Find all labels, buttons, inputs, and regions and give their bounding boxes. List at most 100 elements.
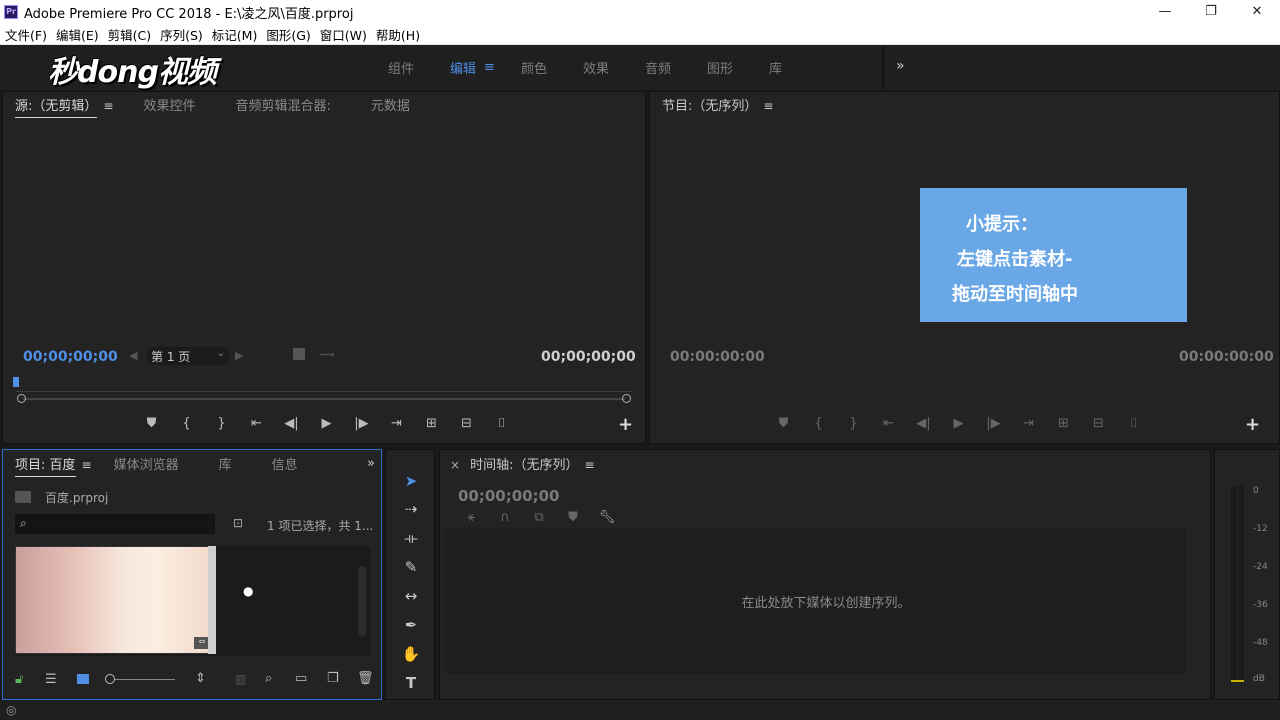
ripple-edit-tool-icon[interactable]: ⟛ [386,525,436,551]
zoom-slider-track[interactable] [115,679,175,680]
menu-clip[interactable]: 剪辑(C) [104,25,155,44]
snap-icon[interactable]: ∩ [488,510,522,525]
workspace-overflow-icon[interactable]: » [896,58,905,74]
tab-info[interactable]: 信息 [272,454,298,476]
new-search-bin-icon[interactable]: ⊡ [233,516,243,530]
go-to-in-icon[interactable]: ⇤ [239,416,274,431]
program-playhead-timecode[interactable]: 00:00:00:00 [670,349,765,365]
source-time-ruler[interactable] [17,384,631,392]
pen-tool-icon[interactable]: ✒ [386,612,436,638]
workspace-tab-audio[interactable]: 音频 [645,58,671,77]
page-select[interactable]: 第 1 页 ⌄ [147,347,229,365]
tab-project[interactable]: 项目: 百度 [15,454,76,477]
minimize-button[interactable]: — [1142,0,1188,24]
program-add-marker-icon[interactable]: ⛊ [766,416,801,431]
tab-libraries[interactable]: 库 [219,454,232,476]
menu-sequence[interactable]: 序列(S) [156,25,207,44]
program-play-icon[interactable]: ▶ [941,416,976,431]
program-panel-menu-icon[interactable]: ≡ [763,99,773,113]
trash-icon[interactable]: 🗑︎ [357,671,374,686]
timeline-settings-wrench-icon[interactable]: 🔧︎ [590,510,624,525]
workspace-tab-assembly[interactable]: 组件 [388,58,414,77]
next-page-icon[interactable]: ▶ [235,349,243,362]
project-overflow-icon[interactable]: » [367,456,375,471]
overwrite-icon[interactable]: ⊟ [449,416,484,431]
play-icon[interactable]: ▶ [309,416,344,431]
add-marker-icon[interactable]: ⛊ [134,416,169,431]
program-export-frame-icon[interactable]: ⌷ [1116,416,1151,431]
source-button-editor-icon[interactable]: + [618,414,633,435]
source-playhead-timecode[interactable]: 00;00;00;00 [23,349,118,365]
linked-selection-icon[interactable]: ⧉ [522,510,556,525]
step-back-icon[interactable]: ◀| [274,416,309,431]
sort-icon[interactable]: ⇕ [195,671,206,686]
step-forward-icon[interactable]: |▶ [344,416,379,431]
workspace-tab-editing[interactable]: 编辑 [450,58,476,77]
insert-icon[interactable]: ⊞ [414,416,449,431]
timeline-timecode[interactable]: 00;00;00;00 [458,487,560,505]
hand-tool-icon[interactable]: ✋ [386,641,436,667]
project-panel-menu-icon[interactable]: ≡ [82,458,92,472]
tab-source[interactable]: 源:（无剪辑） [15,95,98,118]
selection-tool-icon[interactable]: ➤ [386,468,436,494]
list-view-icon[interactable]: ☰ [45,672,57,687]
slip-tool-icon[interactable]: ↔ [386,583,436,609]
program-go-to-in-icon[interactable]: ⇤ [871,416,906,431]
close-window-button[interactable]: ✕ [1234,0,1280,24]
zoom-handle-right[interactable] [622,394,631,403]
drag-video-icon[interactable] [293,348,305,360]
program-go-to-out-icon[interactable]: ⇥ [1011,416,1046,431]
tab-audio-clip-mixer[interactable]: 音频剪辑混合器: [235,95,330,117]
tab-program[interactable]: 节目:（无序列） [662,95,757,117]
nest-icon[interactable]: ⚹ [454,510,488,525]
track-select-tool-icon[interactable]: ⇢ [386,496,436,522]
extract-icon[interactable]: ⊟ [1081,416,1116,431]
workspace-tab-effects[interactable]: 效果 [583,58,609,77]
mark-out-icon[interactable]: } [204,416,239,431]
menu-marker[interactable]: 标记(M) [208,25,262,44]
new-bin-icon[interactable]: ▭ [295,671,307,686]
program-step-back-icon[interactable]: ◀| [906,416,941,431]
program-button-editor-icon[interactable]: + [1245,414,1260,435]
program-step-forward-icon[interactable]: |▶ [976,416,1011,431]
restore-button[interactable]: ❐ [1188,0,1234,24]
razor-tool-icon[interactable]: ✎ [386,554,436,580]
workspace-tab-color[interactable]: 颜色 [521,58,547,77]
timeline-panel-menu-icon[interactable]: ≡ [584,458,594,472]
project-search-input[interactable]: ⌕ [15,514,215,534]
go-to-out-icon[interactable]: ⇥ [379,416,414,431]
automate-to-sequence-icon[interactable]: ▥ [235,672,246,686]
menu-edit[interactable]: 编辑(E) [52,25,103,44]
workspace-tab-libraries[interactable]: 库 [769,58,782,77]
lock-icon[interactable]: 🔓︎ [15,672,23,687]
type-tool-icon[interactable]: T [386,670,436,696]
clip-thumbnail[interactable]: ⇔ [15,546,215,654]
tab-effect-controls[interactable]: 效果控件 [143,95,195,117]
source-panel-menu-icon[interactable]: ≡ [103,99,113,113]
project-scrollbar[interactable] [358,566,366,636]
menu-file[interactable]: 文件(F) [1,25,51,44]
tab-metadata[interactable]: 元数据 [371,95,410,117]
zoom-slider-handle[interactable] [105,674,115,684]
background-process-icon[interactable]: ◎ [6,703,16,717]
close-tab-icon[interactable]: × [450,458,460,472]
workspace-menu-icon[interactable]: ≡ [484,60,495,75]
source-zoom-bar[interactable] [23,398,625,400]
add-marker-timeline-icon[interactable]: ⛊ [556,510,590,525]
tab-media-browser[interactable]: 媒体浏览器 [114,454,179,476]
source-playhead[interactable] [13,377,19,387]
tab-timeline[interactable]: 时间轴:（无序列） [470,454,578,476]
workspace-tab-graphics[interactable]: 图形 [707,58,733,77]
prev-page-icon[interactable]: ◀ [129,349,137,362]
new-item-icon[interactable]: ❐ [327,671,339,686]
find-icon[interactable]: ⌕ [265,671,272,686]
icon-view-icon[interactable] [77,674,89,684]
program-mark-in-icon[interactable]: { [801,416,836,431]
menu-graphics[interactable]: 图形(G) [262,25,314,44]
program-mark-out-icon[interactable]: } [836,416,871,431]
menu-help[interactable]: 帮助(H) [372,25,424,44]
lift-icon[interactable]: ⊞ [1046,416,1081,431]
menu-window[interactable]: 窗口(W) [316,25,371,44]
mark-in-icon[interactable]: { [169,416,204,431]
drag-audio-icon[interactable]: ⟿ [319,348,335,361]
